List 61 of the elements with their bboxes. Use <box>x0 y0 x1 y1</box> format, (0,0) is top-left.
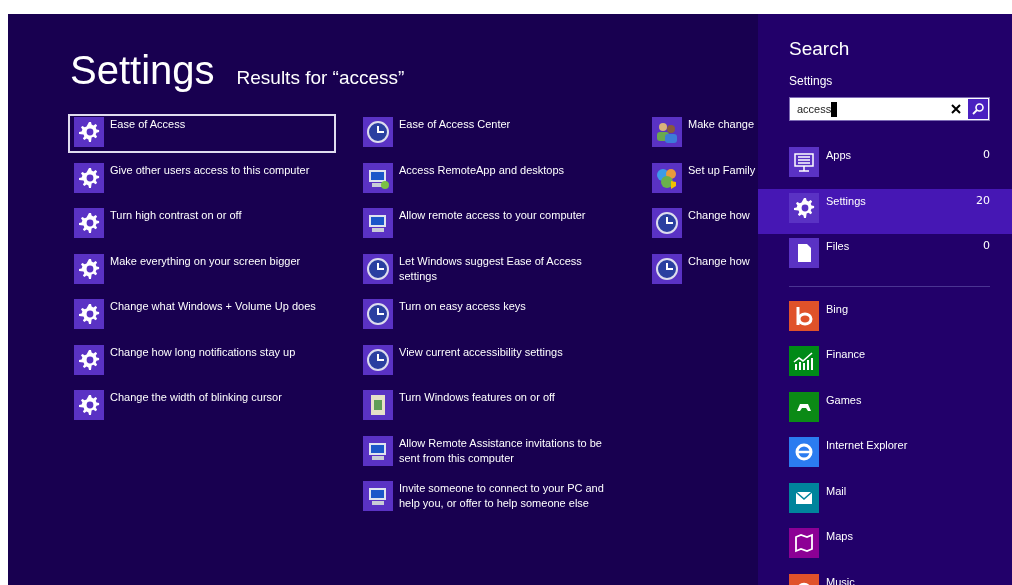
monitor-icon <box>363 208 393 238</box>
window-icon <box>363 390 393 420</box>
search-category[interactable]: Files 0 <box>758 234 1012 280</box>
result-item[interactable]: Turn high contrast on or off <box>68 205 336 244</box>
gear-icon <box>74 253 104 284</box>
result-item[interactable]: Turn on easy access keys <box>357 296 625 335</box>
result-item[interactable]: Turn Windows features on or off <box>357 387 625 426</box>
search-field[interactable]: access <box>789 97 990 121</box>
result-item[interactable]: Ease of Access Center <box>357 114 625 153</box>
gear-icon <box>74 117 104 147</box>
result-item[interactable]: View current accessibility settings <box>357 341 625 380</box>
result-item[interactable]: Change what Windows + Volume Up does <box>68 296 336 335</box>
app-result[interactable]: Internet Explorer <box>758 437 1012 483</box>
result-item[interactable]: Give other users access to this computer <box>68 159 336 198</box>
app-result[interactable]: Maps <box>758 528 1012 574</box>
gear-icon <box>74 208 104 238</box>
search-title: Search <box>788 37 851 60</box>
text-cursor <box>831 101 838 117</box>
close-icon[interactable] <box>950 103 962 115</box>
result-item[interactable]: Ease of Access <box>68 114 336 153</box>
people-icon <box>652 117 682 147</box>
result-item[interactable]: Allow remote access to your computer <box>357 205 625 244</box>
gear-icon <box>74 390 104 420</box>
result-item[interactable]: Access RemoteApp and desktops <box>357 159 625 198</box>
search-scope-label: Settings <box>788 73 834 88</box>
clock-icon <box>652 208 682 238</box>
monitor-icon <box>363 162 393 193</box>
gear-icon <box>74 344 104 375</box>
result-item[interactable]: Make everything on your screen bigger <box>68 250 336 289</box>
result-item[interactable]: Make change <box>646 114 758 153</box>
result-item[interactable]: Change how long notifications stay up <box>68 341 336 380</box>
app-result[interactable]: Music <box>758 573 1012 585</box>
results-subtitle: Results for “access” <box>236 67 405 89</box>
app-result[interactable]: Bing <box>758 300 1012 346</box>
monitor-icon <box>363 435 393 466</box>
gear-icon <box>74 162 104 193</box>
gear-icon <box>74 299 104 329</box>
app-result[interactable]: Games <box>758 391 1012 437</box>
result-item[interactable]: Invite someone to connect to your PC and help you, or offer to help someone else <box>357 478 625 517</box>
result-item[interactable]: Let Windows suggest Ease of Access settings <box>357 250 625 289</box>
clock-icon <box>363 344 393 375</box>
result-item[interactable]: Allow Remote Assistance invitations to be sent from this computer <box>357 432 625 471</box>
search-icon[interactable] <box>968 99 988 119</box>
clock-icon <box>363 299 393 329</box>
app-result[interactable]: Finance <box>758 346 1012 392</box>
clock-icon <box>363 117 393 147</box>
family-icon <box>652 162 682 193</box>
search-category[interactable]: Apps 0 <box>758 143 1012 189</box>
clock-icon <box>363 253 393 284</box>
document-icon <box>789 238 819 268</box>
gear-icon <box>789 192 819 223</box>
monitor-icon <box>363 481 393 511</box>
result-item[interactable]: Change how <box>646 250 758 289</box>
search-category[interactable]: Settings 20 <box>758 188 1012 234</box>
result-item[interactable]: Set up Family <box>646 159 758 198</box>
result-item[interactable]: Change the width of blinking cursor <box>68 387 336 426</box>
clock-icon <box>652 253 682 284</box>
result-item[interactable]: Change how <box>646 205 758 244</box>
monitor-icon <box>789 147 819 177</box>
app-result[interactable]: Mail <box>758 482 1012 528</box>
page-title: Settings <box>70 48 215 93</box>
